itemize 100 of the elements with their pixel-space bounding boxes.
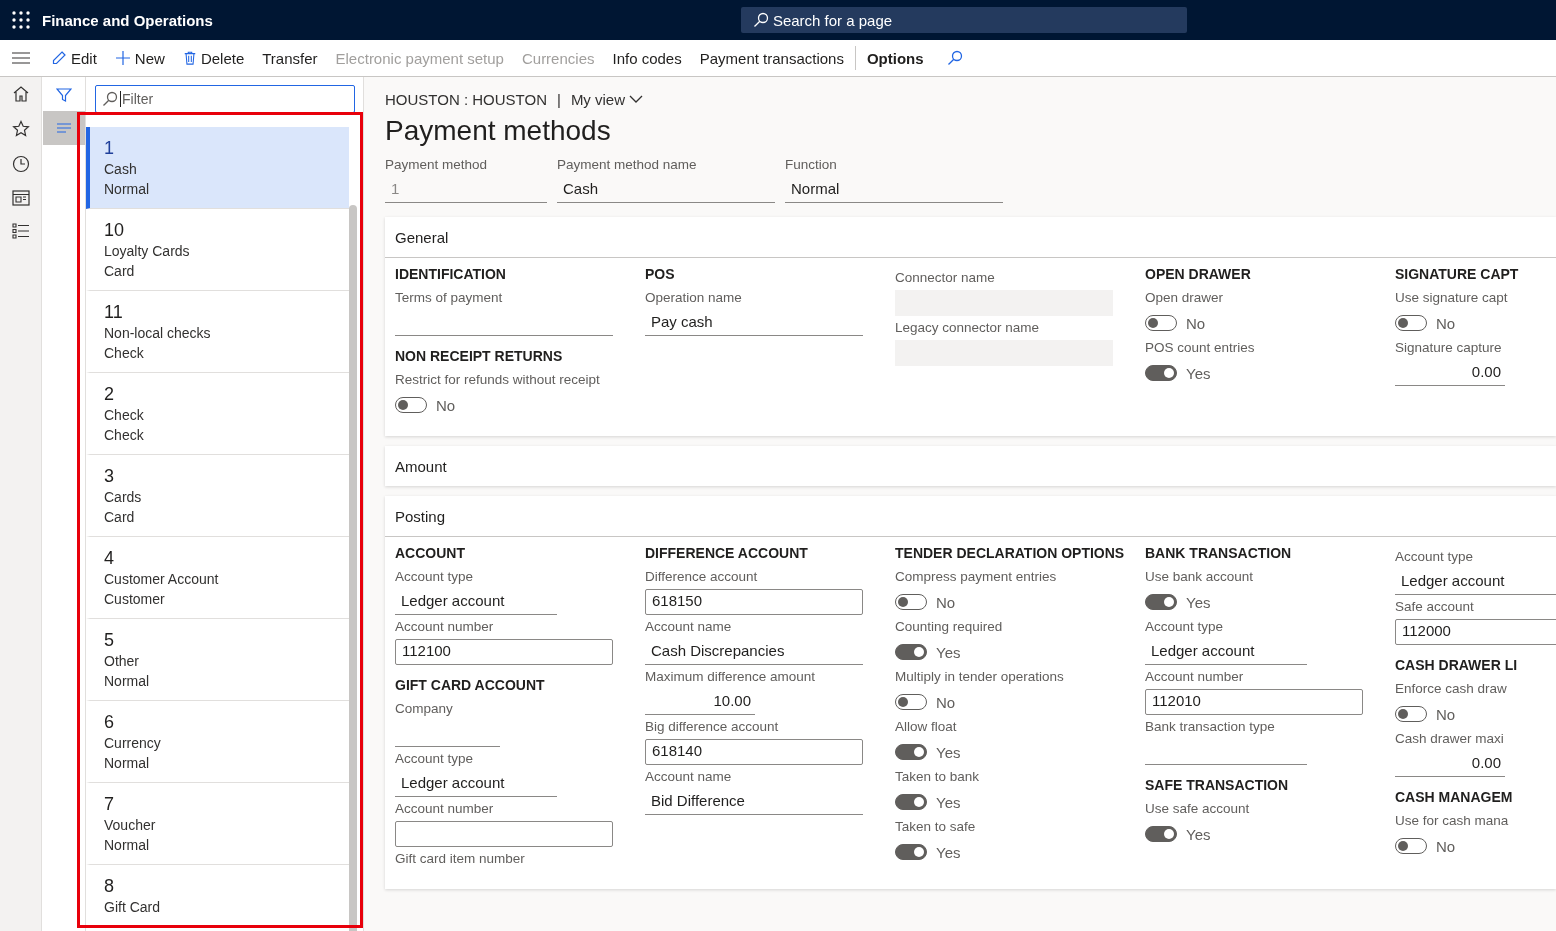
toggle-switch[interactable] [1145,315,1177,331]
item-number: 10 [104,219,126,241]
text-field[interactable]: Ledger account [1145,639,1307,665]
item-function: Check [104,426,145,445]
text-field[interactable]: 10.00 [645,689,755,715]
toggle-switch[interactable] [895,644,927,660]
toggle-switch[interactable] [1145,826,1177,842]
field-label: Difference account [645,569,759,586]
text-field[interactable]: 112010 [1145,689,1363,715]
clock-icon[interactable] [11,155,30,173]
text-field[interactable]: 0.00 [1395,751,1505,777]
toolbar-button[interactable]: New [105,40,174,76]
field-label: Gift card item number [395,851,526,868]
text-field[interactable]: Cash Discrepancies [645,639,863,665]
search-field[interactable]: Search for a page [740,7,1187,33]
scrollbar-thumb[interactable] [349,205,357,931]
item-function: Check [104,344,145,363]
field-label: Account type [395,751,475,768]
toggle-switch[interactable] [895,794,927,810]
filter-field[interactable]: Filter [95,85,355,113]
text-field[interactable]: Ledger account [395,589,557,615]
item-number: 5 [104,629,115,651]
field-label: Account type [395,569,475,586]
text-field[interactable]: 0.00 [1395,360,1505,386]
filter-icon[interactable] [56,87,72,103]
toggle-switch[interactable] [895,744,927,760]
text-field[interactable]: Ledger account [1395,569,1556,595]
field-label: Account name [645,619,733,636]
text-field[interactable]: 618140 [645,739,863,765]
item-number: 7 [104,793,115,815]
field-label: Allow float [895,719,958,736]
app-title: Finance and Operations [42,11,213,29]
search-icon [752,12,769,28]
text-field[interactable]: 112100 [395,639,613,665]
plus-icon [114,50,131,66]
text-field[interactable]: 112000 [1395,619,1556,645]
toolbar-button[interactable]: Delete [173,40,254,76]
text-field[interactable]: 618150 [645,589,863,615]
section-title[interactable]: Posting [395,507,446,525]
toggle-switch[interactable] [1395,315,1427,331]
text-field[interactable]: Ledger account [395,771,557,797]
item-name: Check [104,406,145,425]
item-number: 2 [104,383,115,405]
text-field[interactable]: Pay cash [645,310,863,336]
toolbar-button[interactable]: Info codes [603,40,691,76]
field-label: Use safe account [1145,801,1251,818]
section-title[interactable]: Amount [395,457,447,475]
toggle-switch[interactable] [895,594,927,610]
field-label: Taken to bank [895,769,981,786]
list-view-button[interactable] [43,111,85,145]
group-heading: POS [645,266,676,284]
toggle-switch[interactable] [1395,838,1427,854]
home-icon[interactable] [11,85,30,103]
options-tab[interactable]: Options [857,40,933,76]
text-field[interactable] [395,821,613,847]
field-label: Maximum difference amount [645,669,817,686]
field-label: POS count entries [1145,340,1256,357]
group-heading: ACCOUNT [395,545,466,563]
item-function: Card [104,262,136,281]
section-title[interactable]: General [395,228,449,246]
toggle-value: Yes [936,793,961,811]
toggle-switch[interactable] [1395,706,1427,722]
field-label: Account number [395,619,495,636]
text-field[interactable]: Normal [785,177,1003,203]
menu-icon[interactable] [12,52,30,64]
trash-icon [182,50,197,66]
app-launcher-icon[interactable] [12,11,30,29]
item-name: Other [104,652,140,671]
text-field[interactable]: Cash [557,177,775,203]
toggle-switch[interactable] [395,397,427,413]
toggle-value: No [936,593,956,611]
separator: | [556,90,561,108]
view-selector[interactable]: My view [570,90,644,108]
toggle-switch[interactable] [1145,365,1177,381]
group-heading: GIFT CARD ACCOUNT [395,677,546,695]
group-heading: DIFFERENCE ACCOUNT [645,545,809,563]
field-label: Open drawer [1145,290,1225,307]
toggle-value: Yes [936,743,961,761]
item-name: Non-local checks [104,324,212,343]
workspace-icon[interactable] [11,190,30,206]
list-icon[interactable] [11,223,30,239]
toggle-switch[interactable] [1145,594,1177,610]
item-name: Cards [104,488,143,507]
field-label: Restrict for refunds without receipt [395,372,601,389]
field-label: Operation name [645,290,743,307]
toolbar-button[interactable]: Transfer [253,40,327,76]
item-number: 8 [104,875,115,897]
item-number: 11 [104,301,124,323]
item-number: 3 [104,465,115,487]
toggle-switch[interactable] [895,694,927,710]
star-icon[interactable] [11,120,30,138]
toggle-value: No [936,693,956,711]
item-name: Gift Card [104,898,161,917]
toggle-value: No [1186,314,1206,332]
toggle-switch[interactable] [895,844,927,860]
toolbar-button[interactable]: Payment transactions [690,40,853,76]
list-item[interactable]: 1 Cash Normal [86,127,349,209]
toggle-value: Yes [1186,364,1211,382]
text-field[interactable]: Bid Difference [645,789,863,815]
toolbar-button[interactable]: Edit [42,40,106,76]
